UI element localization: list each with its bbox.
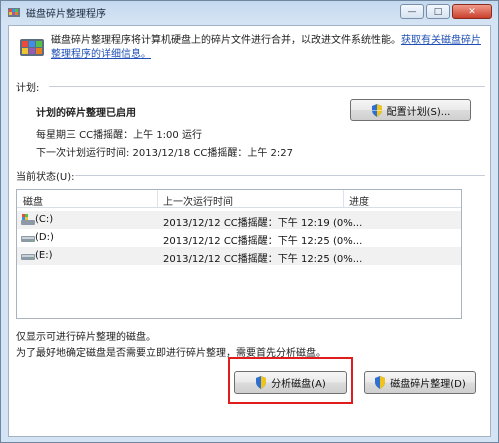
main-panel: 磁盘碎片整理程序将计算机硬盘上的碎片文件进行合并，以改进文件系统性能。获取有关磁… <box>8 25 491 437</box>
hard-drive-icon <box>21 254 35 260</box>
drive-last-run: 2013/12/12 CC播摇醒：下午 12:25 (0%... <box>163 254 363 265</box>
drive-label: (E:) <box>35 250 53 261</box>
configure-schedule-button[interactable]: 配置计划(S)... <box>350 99 471 121</box>
defrag-app-icon <box>8 8 20 17</box>
disk-list[interactable]: 磁盘 上一次运行时间 进度 (C:) 2013/12/12 CC播摇醒：下午 1… <box>16 189 462 319</box>
drive-label: (D:) <box>35 232 54 243</box>
analyze-disk-button[interactable]: 分析磁盘(A) <box>234 371 347 394</box>
column-header-disk[interactable]: 磁盘 <box>23 193 43 208</box>
close-button[interactable]: ✕ <box>452 4 492 19</box>
intro-text: 磁盘碎片整理程序将计算机硬盘上的碎片文件进行合并，以改进文件系统性能。 <box>51 35 401 46</box>
caption-buttons: — □ ✕ <box>400 4 492 19</box>
disk-row[interactable]: (D:) 2013/12/12 CC播摇醒：下午 12:25 (0%... <box>17 229 461 247</box>
window-title: 磁盘碎片整理程序 <box>26 9 106 20</box>
status-section-label: 当前状态(U): <box>16 172 75 183</box>
configure-schedule-label: 配置计划(S)... <box>386 106 451 118</box>
schedule-section-label: 计划: <box>16 83 40 94</box>
system-drive-icon <box>21 214 35 225</box>
uac-shield-icon <box>375 376 386 389</box>
schedule-next-run: 下一次计划运行时间: 2013/12/18 CC播摇醒：上午 2:27 <box>36 148 293 159</box>
column-header-progress[interactable]: 进度 <box>349 193 369 208</box>
schedule-divider <box>49 86 485 87</box>
disk-list-header: 磁盘 上一次运行时间 进度 <box>17 190 461 208</box>
defrag-disk-button[interactable]: 磁盘碎片整理(D) <box>364 371 476 394</box>
maximize-button[interactable]: □ <box>426 4 450 19</box>
intro-description: 磁盘碎片整理程序将计算机硬盘上的碎片文件进行合并，以改进文件系统性能。获取有关磁… <box>51 34 487 62</box>
column-separator[interactable] <box>157 190 158 207</box>
drive-last-run: 2013/12/12 CC播摇醒：下午 12:19 (0%... <box>163 218 363 229</box>
column-separator[interactable] <box>343 190 344 207</box>
drive-label: (C:) <box>35 214 54 225</box>
column-header-last-run[interactable]: 上一次运行时间 <box>163 193 233 208</box>
hard-drive-icon <box>21 236 35 242</box>
disk-row[interactable]: (C:) 2013/12/12 CC播摇醒：下午 12:19 (0%... <box>17 211 461 229</box>
title-bar[interactable]: 磁盘碎片整理程序 — □ ✕ <box>1 1 498 23</box>
defrag-window: 磁盘碎片整理程序 — □ ✕ 磁盘碎片整理程序将计算机硬盘上的碎片文件进行合并，… <box>0 0 499 443</box>
analyze-disk-label: 分析磁盘(A) <box>271 379 326 390</box>
schedule-status: 计划的碎片整理已启用 <box>36 108 136 119</box>
footnote-disks: 仅显示可进行碎片整理的磁盘。 <box>16 332 156 343</box>
disk-row[interactable]: (E:) 2013/12/12 CC播摇醒：下午 12:25 (0%... <box>17 247 461 265</box>
defrag-large-icon <box>20 39 44 56</box>
defrag-disk-label: 磁盘碎片整理(D) <box>390 379 466 390</box>
drive-last-run: 2013/12/12 CC播摇醒：下午 12:25 (0%... <box>163 236 363 247</box>
uac-shield-icon <box>371 103 382 117</box>
minimize-button[interactable]: — <box>400 4 424 19</box>
uac-shield-icon <box>256 376 267 389</box>
schedule-run-line: 每星期三 CC播摇醒：上午 1:00 运行 <box>36 130 202 141</box>
status-divider <box>75 175 485 176</box>
